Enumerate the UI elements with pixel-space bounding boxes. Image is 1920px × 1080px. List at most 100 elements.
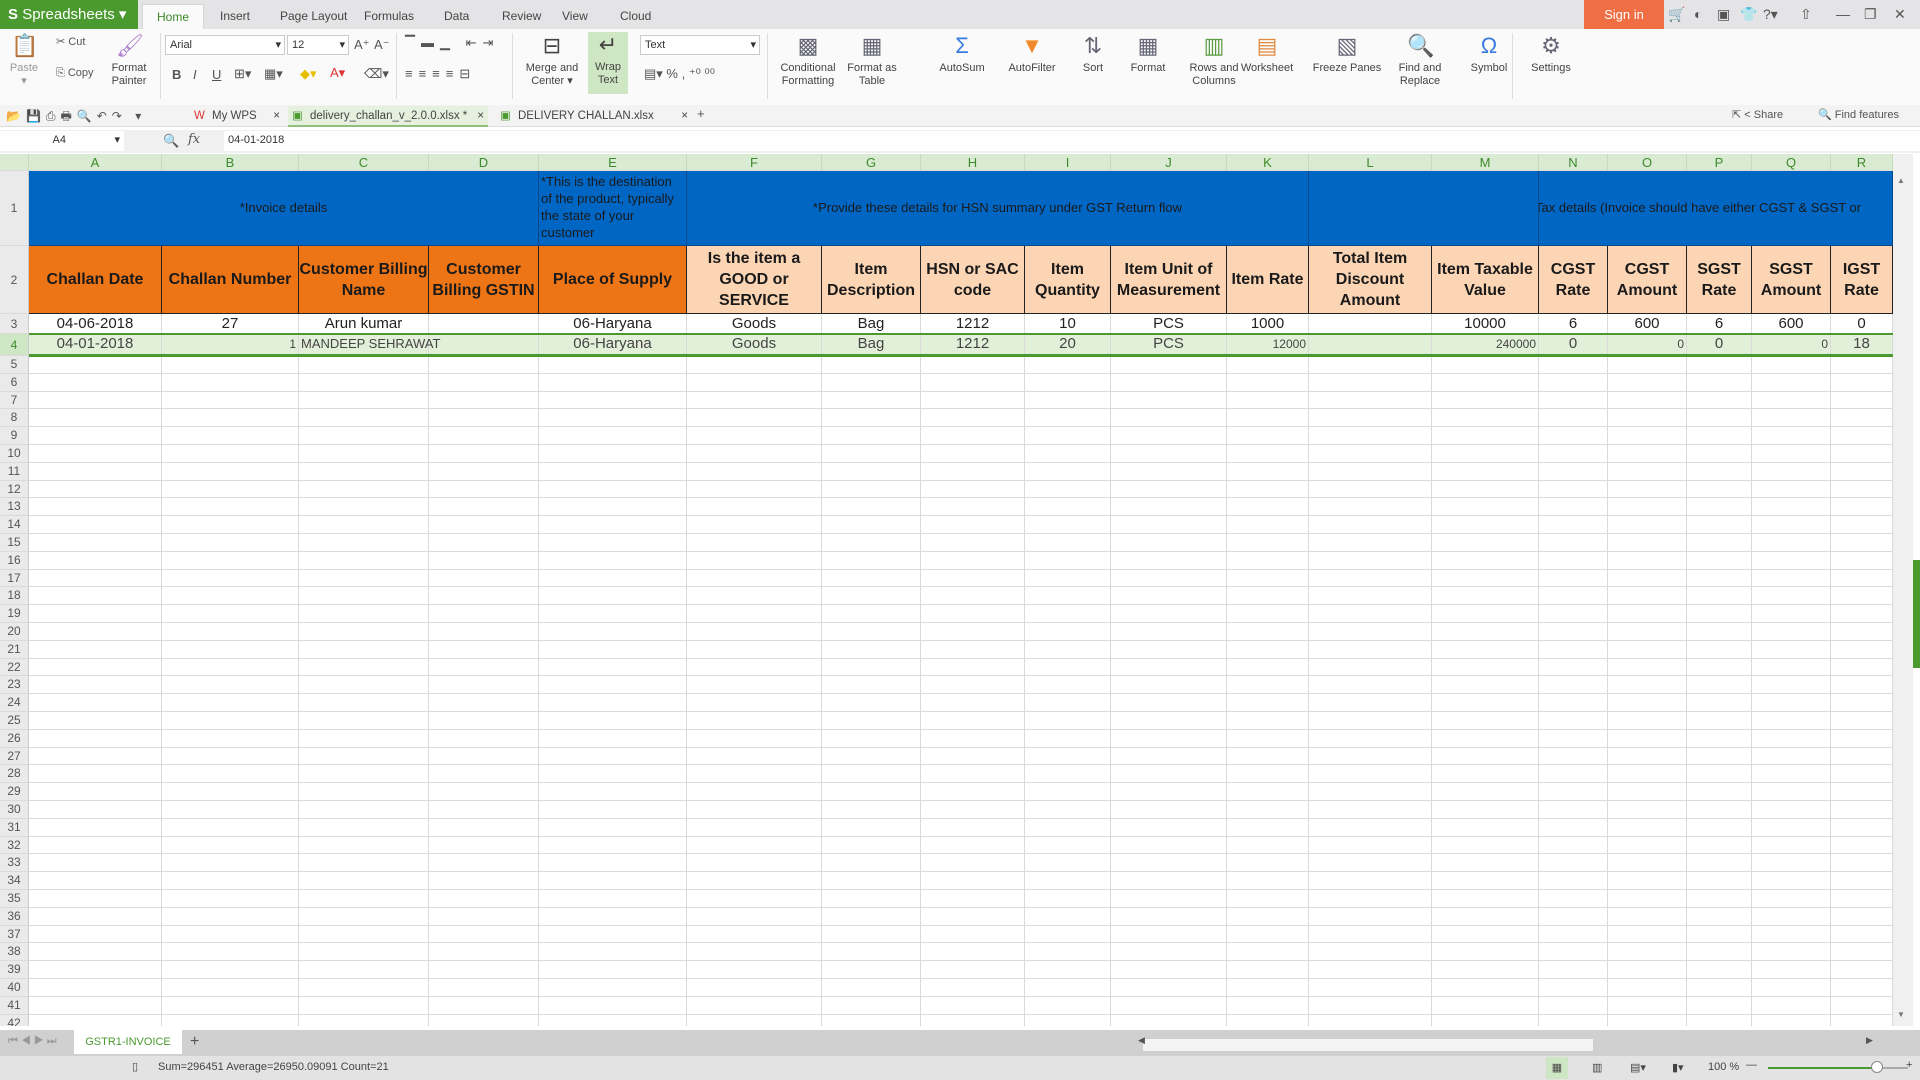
cell-O3[interactable]: 600: [1608, 314, 1687, 334]
empty-cell[interactable]: [687, 409, 822, 428]
empty-cell[interactable]: [1432, 836, 1539, 855]
empty-cell[interactable]: [1227, 391, 1309, 410]
empty-cell[interactable]: [1309, 1014, 1432, 1026]
empty-cell[interactable]: [1025, 747, 1111, 766]
empty-cell[interactable]: [1608, 890, 1687, 908]
empty-cell[interactable]: [1687, 996, 1752, 1015]
empty-cell[interactable]: [1687, 658, 1752, 677]
empty-cell[interactable]: [539, 569, 687, 588]
close-tab-icon[interactable]: ×: [273, 106, 280, 127]
empty-cell[interactable]: [162, 801, 299, 819]
empty-cell[interactable]: [1539, 445, 1608, 463]
empty-cell[interactable]: [1309, 551, 1432, 570]
empty-cell[interactable]: [1309, 427, 1432, 445]
empty-cell[interactable]: [1432, 605, 1539, 623]
empty-cell[interactable]: [687, 498, 822, 517]
empty-cell[interactable]: [1539, 551, 1608, 570]
empty-cell[interactable]: [687, 996, 822, 1015]
empty-cell[interactable]: [1309, 872, 1432, 890]
empty-cell[interactable]: [1539, 872, 1608, 890]
empty-cell[interactable]: [1608, 640, 1687, 659]
empty-cell[interactable]: [1752, 498, 1831, 517]
empty-cell[interactable]: [1432, 480, 1539, 499]
empty-cell[interactable]: [1831, 676, 1893, 695]
empty-cell[interactable]: [1752, 890, 1831, 908]
empty-cell[interactable]: [1539, 907, 1608, 926]
empty-cell[interactable]: [539, 409, 687, 428]
empty-cell[interactable]: [1111, 658, 1227, 677]
column-header-G[interactable]: G: [822, 154, 921, 171]
empty-cell[interactable]: [1608, 534, 1687, 552]
empty-cell[interactable]: [29, 872, 162, 890]
empty-cell[interactable]: [1831, 551, 1893, 570]
add-sheet-icon[interactable]: +: [190, 1033, 199, 1051]
empty-cell[interactable]: [29, 676, 162, 695]
empty-cell[interactable]: [921, 729, 1025, 748]
font-color-icon[interactable]: A▾: [330, 65, 345, 81]
row-header-34[interactable]: 34: [0, 872, 29, 890]
empty-cell[interactable]: [29, 640, 162, 659]
empty-cell[interactable]: [1227, 373, 1309, 392]
empty-cell[interactable]: [1687, 907, 1752, 926]
column-header-O[interactable]: O: [1608, 154, 1687, 171]
empty-cell[interactable]: [1687, 961, 1752, 979]
row-header-27[interactable]: 27: [0, 747, 29, 766]
empty-cell[interactable]: [921, 640, 1025, 659]
empty-cell[interactable]: [429, 1014, 539, 1026]
empty-cell[interactable]: [1539, 712, 1608, 730]
empty-cell[interactable]: [687, 694, 822, 712]
empty-cell[interactable]: [429, 391, 539, 410]
empty-cell[interactable]: [1227, 818, 1309, 837]
empty-cell[interactable]: [1309, 605, 1432, 623]
empty-cell[interactable]: [1111, 925, 1227, 944]
empty-cell[interactable]: [1111, 569, 1227, 588]
empty-cell[interactable]: [29, 445, 162, 463]
empty-cell[interactable]: [1309, 979, 1432, 997]
empty-cell[interactable]: [1608, 373, 1687, 392]
empty-cell[interactable]: [1687, 391, 1752, 410]
empty-cell[interactable]: [1752, 943, 1831, 962]
empty-cell[interactable]: [299, 498, 429, 517]
empty-cell[interactable]: [1227, 462, 1309, 481]
menu-tab-formulas[interactable]: Formulas: [350, 4, 428, 29]
column-header-J[interactable]: J: [1111, 154, 1227, 171]
empty-cell[interactable]: [1432, 907, 1539, 926]
empty-cell[interactable]: [162, 516, 299, 534]
cell-C4[interactable]: MANDEEP SEHRAWAT: [299, 334, 440, 356]
empty-cell[interactable]: [822, 712, 921, 730]
empty-cell[interactable]: [1608, 516, 1687, 534]
row-header-25[interactable]: 25: [0, 712, 29, 730]
empty-cell[interactable]: [1432, 712, 1539, 730]
empty-cell[interactable]: [1309, 818, 1432, 837]
empty-cell[interactable]: [1432, 925, 1539, 944]
empty-cell[interactable]: [299, 658, 429, 677]
empty-cell[interactable]: [1539, 640, 1608, 659]
empty-cell[interactable]: [1539, 1014, 1608, 1026]
empty-cell[interactable]: [687, 854, 822, 873]
empty-cell[interactable]: [162, 391, 299, 410]
empty-cell[interactable]: [822, 569, 921, 588]
empty-cell[interactable]: [1111, 462, 1227, 481]
empty-cell[interactable]: [687, 658, 822, 677]
empty-cell[interactable]: [1539, 480, 1608, 499]
empty-cell[interactable]: [29, 996, 162, 1015]
empty-cell[interactable]: [687, 890, 822, 908]
empty-cell[interactable]: [1227, 943, 1309, 962]
borders-icon[interactable]: ⊞▾: [234, 66, 251, 82]
empty-cell[interactable]: [1539, 409, 1608, 428]
empty-cell[interactable]: [299, 783, 429, 801]
empty-cell[interactable]: [921, 1014, 1025, 1026]
font-size-select[interactable]: 12 ▾: [287, 35, 349, 55]
page-layout-icon[interactable]: ▤▾: [1630, 1061, 1646, 1074]
cell-R4[interactable]: 18: [1831, 334, 1893, 356]
close-tab-icon[interactable]: ×: [681, 106, 688, 127]
empty-cell[interactable]: [1111, 712, 1227, 730]
empty-cell[interactable]: [687, 818, 822, 837]
empty-cell[interactable]: [29, 498, 162, 517]
empty-cell[interactable]: [1111, 801, 1227, 819]
column-header-F[interactable]: F: [687, 154, 822, 171]
empty-cell[interactable]: [822, 801, 921, 819]
empty-cell[interactable]: [1025, 445, 1111, 463]
empty-cell[interactable]: [921, 747, 1025, 766]
empty-cell[interactable]: [29, 979, 162, 997]
